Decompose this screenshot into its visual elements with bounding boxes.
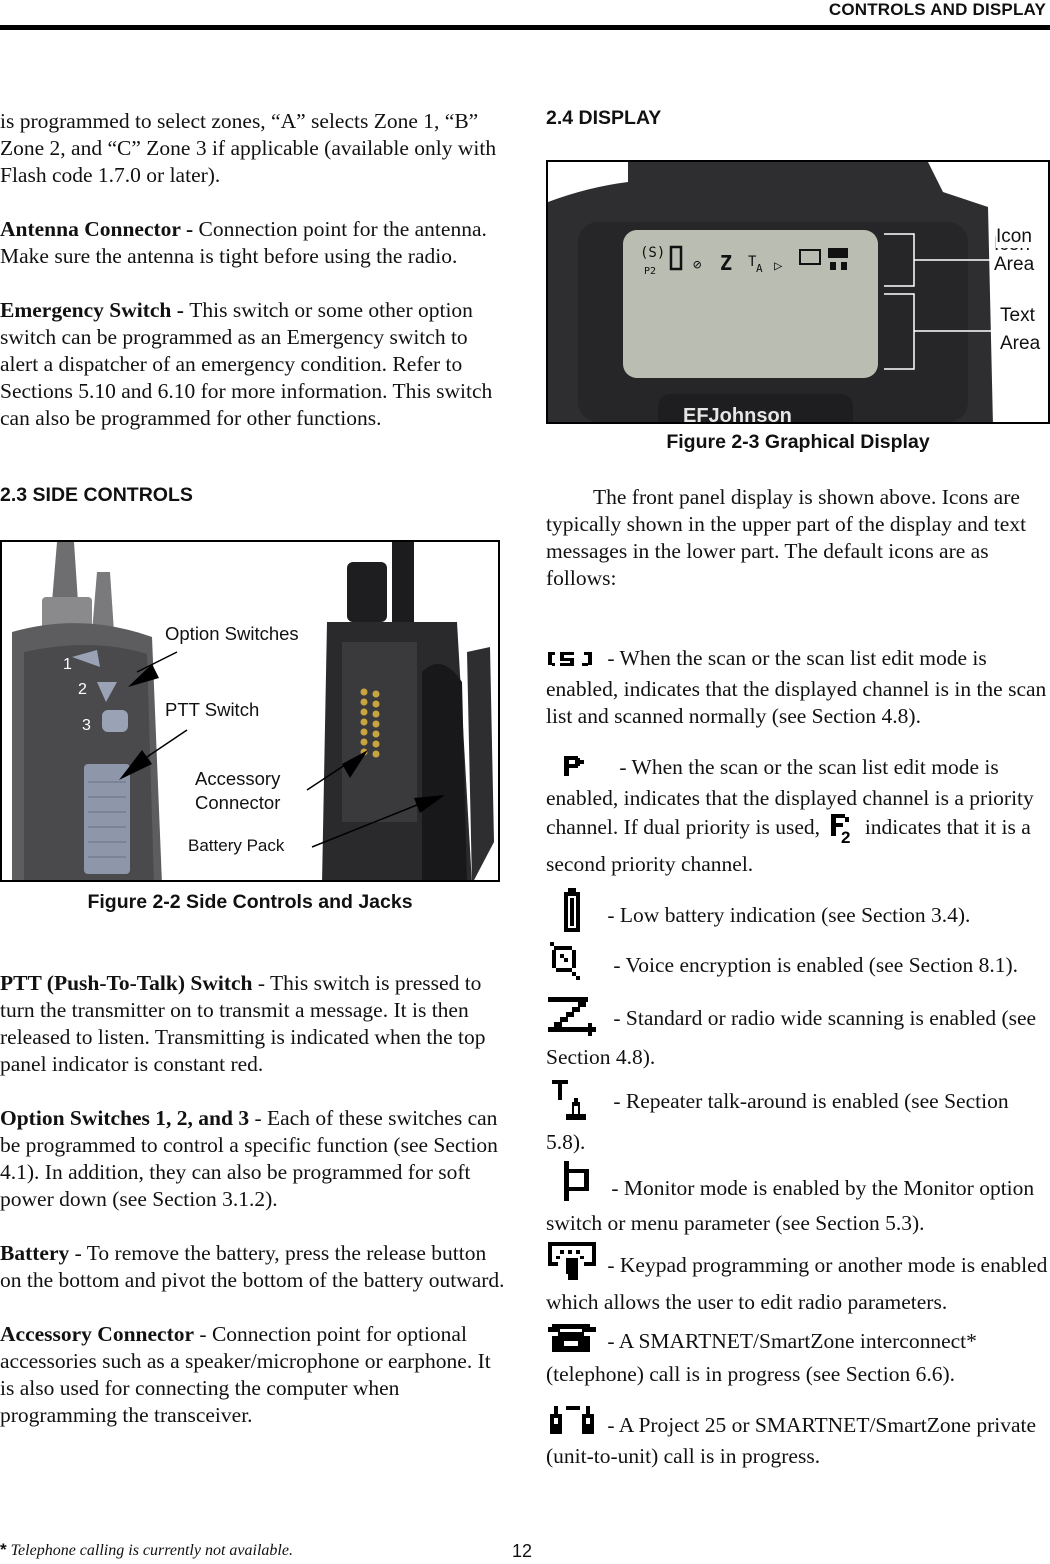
display-intro-paragraph: The front panel display is shown above. …: [546, 485, 1027, 590]
figure-side-controls: 1 2 3 Option Switches PTT Switch Accesso…: [0, 540, 500, 882]
icon-item-voice-encryption: - Voice encryption is enabled (see Secti…: [546, 940, 1050, 989]
icon-description: - Keypad programming or another mode is …: [546, 1253, 1048, 1314]
icon-item-telephone: - A SMARTNET/SmartZone interconnect* (te…: [546, 1322, 1050, 1388]
left-column-top: is programmed to select zones, “A” selec…: [0, 108, 505, 432]
header-rule: [0, 25, 1050, 30]
antenna-paragraph: Antenna Connector - Connection point for…: [0, 216, 505, 270]
option-switch-3-label: 3: [82, 717, 91, 734]
term: Accessory Connector: [0, 1322, 195, 1346]
emergency-paragraph: Emergency Switch - This switch or some o…: [0, 297, 505, 432]
figure-2-2-caption: Figure 2-2 Side Controls and Jacks: [87, 891, 413, 913]
icon-item-scan-list: - When the scan or the scan list edit mo…: [546, 645, 1050, 730]
term: Emergency Switch -: [0, 298, 190, 322]
footnote: * Telephone calling is currently not ava…: [0, 1540, 293, 1560]
accessory-connector-label-line2: Connector: [195, 792, 281, 813]
footnote-text: Telephone calling is currently not avail…: [6, 1542, 293, 1559]
option-switch-1-label: 1: [63, 656, 72, 673]
low-battery-icon: [562, 888, 602, 939]
term: Battery: [0, 1241, 70, 1265]
svg-text:2: 2: [841, 828, 850, 844]
footnote-asterisk: *: [0, 1540, 7, 1559]
talkaround-icon: [546, 1078, 608, 1129]
svg-text:▷: ▷: [774, 258, 783, 274]
brand-logo: EFJohnson: [683, 405, 792, 424]
battery-pack-label: Battery Pack: [188, 836, 285, 855]
telephone-icon: [546, 1322, 602, 1361]
icon-area-label-line2: Area: [994, 254, 1035, 275]
definition: - To remove the battery, press the relea…: [0, 1241, 505, 1292]
term: Antenna Connector -: [0, 217, 199, 241]
icon-item-low-battery: - Low battery indication (see Section 3.…: [546, 888, 1050, 939]
figure-graphical-display: EFJohnson (S)P2 ⊘ Z TA ▷ Icon Icon Area …: [546, 160, 1050, 424]
display-intro: The front panel display is shown above. …: [546, 484, 1050, 592]
svg-text:P2: P2: [644, 266, 656, 277]
icon-item-scanning: - Standard or radio wide scanning is ena…: [546, 995, 1050, 1071]
icon-description: - Low battery indication (see Section 3.…: [602, 903, 971, 927]
figure-2-3-caption: Figure 2-3 Graphical Display: [666, 431, 930, 453]
text-area-label-line1: Text: [1000, 305, 1035, 326]
battery-paragraph: Battery - To remove the battery, press t…: [0, 1240, 505, 1294]
intro-paragraph: is programmed to select zones, “A” selec…: [0, 109, 497, 187]
option-switch-2-label: 2: [78, 681, 87, 698]
icon-item-priority: - When the scan or the scan list edit mo…: [546, 754, 1050, 878]
svg-text:A: A: [756, 262, 763, 275]
icon-description: - Repeater talk-around is enabled (see S…: [546, 1089, 1009, 1154]
icon-description: - Standard or radio wide scanning is ena…: [546, 1006, 1037, 1069]
icon-description: - A Project 25 or SMARTNET/SmartZone pri…: [546, 1413, 1037, 1468]
icon-description: - A SMARTNET/SmartZone interconnect* (te…: [546, 1329, 977, 1386]
icon-item-monitor: - Monitor mode is enabled by the Monitor…: [546, 1159, 1050, 1237]
icon-description: - Monitor mode is enabled by the Monitor…: [546, 1176, 1035, 1235]
svg-text:Z: Z: [720, 251, 732, 275]
accessory-paragraph: Accessory Connector - Connection point f…: [0, 1321, 505, 1429]
scanning-icon: [546, 995, 608, 1044]
icon-item-talkaround: - Repeater talk-around is enabled (see S…: [546, 1078, 1050, 1156]
section-heading-side-controls: 2.3 SIDE CONTROLS: [0, 484, 193, 506]
scan-list-icon: [546, 649, 602, 676]
icon-item-private-call: - A Project 25 or SMARTNET/SmartZone pri…: [546, 1404, 1050, 1470]
running-header: CONTROLS AND DISPLAY: [828, 0, 1046, 19]
page-number: 12: [512, 1541, 533, 1561]
svg-text:(S): (S): [640, 245, 665, 261]
voice-encryption-icon: [546, 940, 608, 989]
monitor-icon: [562, 1159, 606, 1210]
display-photo-illustration: EFJohnson (S)P2 ⊘ Z TA ▷ Icon: [548, 162, 1048, 424]
text-area-label-line2: Area: [1000, 333, 1041, 354]
ptt-paragraph: PTT (Push-To-Talk) Switch - This switch …: [0, 970, 505, 1078]
private-call-icon: [546, 1404, 602, 1443]
left-column-bottom: PTT (Push-To-Talk) Switch - This switch …: [0, 970, 505, 1429]
section-heading-display: 2.4 DISPLAY: [546, 107, 662, 129]
accessory-connector-label-line1: Accessory: [195, 768, 281, 789]
priority-2-icon: 2: [825, 812, 859, 851]
term: PTT (Push-To-Talk) Switch: [0, 971, 253, 995]
icon-area-label-line1: Icon: [996, 226, 1032, 248]
icon-description: - Voice encryption is enabled (see Secti…: [608, 953, 1018, 977]
svg-text:⊘: ⊘: [693, 257, 702, 273]
option-switches-paragraph: Option Switches 1, 2, and 3 - Each of th…: [0, 1105, 505, 1213]
icon-item-keypad-programming: - Keypad programming or another mode is …: [546, 1240, 1050, 1316]
icon-description: - When the scan or the scan list edit mo…: [546, 646, 1047, 728]
priority-icon: [562, 754, 614, 785]
term: Option Switches 1, 2, and 3: [0, 1106, 250, 1130]
ptt-switch-label: PTT Switch: [165, 699, 260, 720]
option-switches-label: Option Switches: [165, 623, 299, 644]
keypad-programming-icon: [546, 1240, 602, 1289]
